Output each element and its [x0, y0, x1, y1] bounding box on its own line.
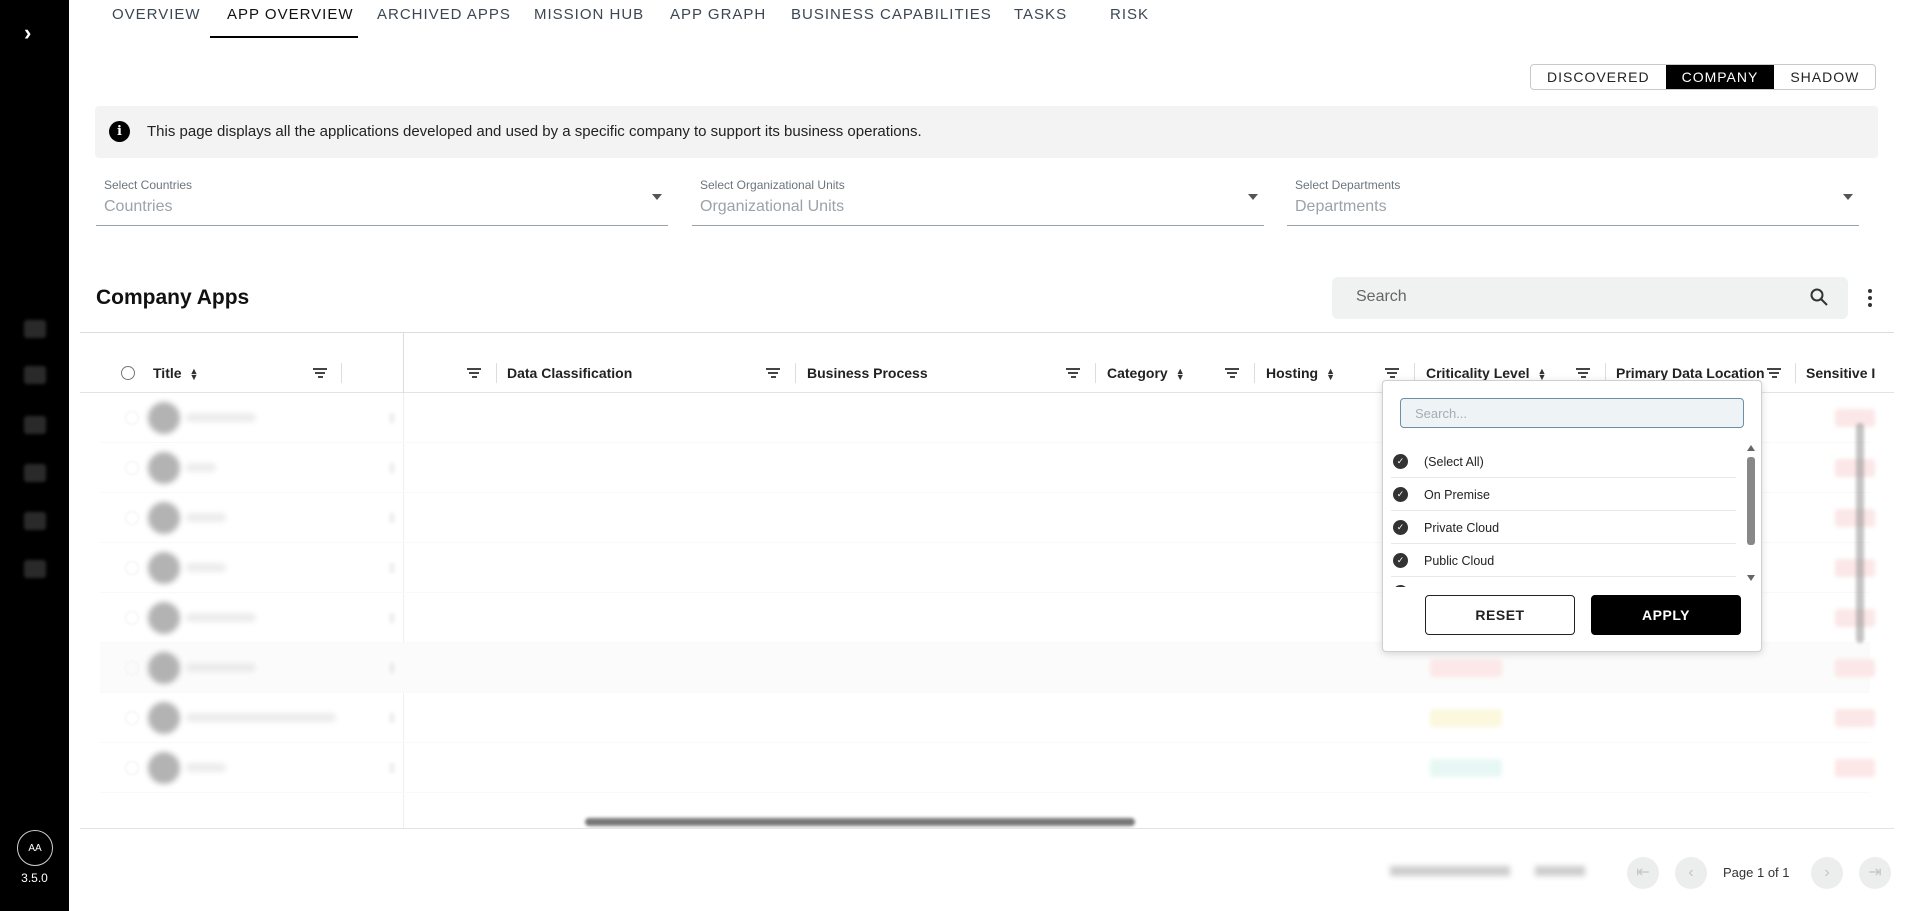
org-units-select[interactable]: Select Organizational Units Organization…: [692, 178, 1264, 226]
page-title: Company Apps: [96, 286, 250, 309]
info-icon: i: [109, 121, 130, 142]
filter-icon[interactable]: [1065, 353, 1081, 393]
column-sensitive[interactable]: Sensitive I: [1806, 353, 1875, 393]
hosting-filter-popup: ✓(Select All) ✓On Premise ✓Private Cloud…: [1382, 380, 1762, 652]
filter-icon[interactable]: [765, 353, 781, 393]
tab-risk[interactable]: RISK: [1110, 6, 1149, 23]
org-units-select-label: Select Organizational Units: [700, 178, 845, 192]
filter-icon[interactable]: [312, 353, 328, 393]
sort-icon[interactable]: ▲ ▼: [190, 367, 199, 382]
filter-search-input[interactable]: [1400, 398, 1744, 428]
check-circle-icon[interactable]: ✓: [1393, 553, 1408, 568]
departments-select[interactable]: Select Departments Departments: [1287, 178, 1859, 226]
check-circle-icon[interactable]: ✓: [1393, 520, 1408, 535]
column-data-classification[interactable]: Data Classification: [507, 353, 632, 393]
search-input[interactable]: Search: [1332, 277, 1848, 319]
toggle-shadow[interactable]: SHADOW: [1774, 65, 1875, 89]
column-business-process[interactable]: Business Process: [807, 353, 928, 393]
row-count: [1535, 866, 1585, 876]
first-page-icon[interactable]: ⇤: [1627, 857, 1659, 889]
nav-icon-5[interactable]: [24, 512, 46, 530]
chevron-down-icon: [652, 194, 662, 200]
sort-icon[interactable]: ▲ ▼: [1538, 367, 1547, 382]
tab-archived-apps[interactable]: ARCHIVED APPS: [377, 6, 511, 23]
filter-icon[interactable]: [1766, 353, 1782, 393]
pagination-bar: ⇤ ‹ Page 1 of 1 › ⇥: [80, 828, 1894, 911]
search-icon[interactable]: [1810, 288, 1828, 306]
filter-list-scrollbar[interactable]: [1747, 445, 1755, 581]
countries-select[interactable]: Select Countries Countries: [96, 178, 668, 226]
info-banner-text: This page displays all the applications …: [147, 123, 922, 140]
page-indicator: Page 1 of 1: [1723, 865, 1790, 880]
column-title[interactable]: Title ▲ ▼: [153, 353, 198, 393]
avatar[interactable]: AA: [17, 830, 53, 866]
tab-mission-hub[interactable]: MISSION HUB: [534, 6, 644, 23]
countries-select-label: Select Countries: [104, 178, 193, 192]
chevron-right-icon[interactable]: ›: [24, 20, 31, 46]
check-circle-icon[interactable]: ✓: [1393, 454, 1408, 469]
horizontal-scrollbar[interactable]: [585, 818, 1135, 826]
departments-select-label: Select Departments: [1295, 178, 1401, 192]
chevron-down-icon: [1248, 194, 1258, 200]
search-placeholder: Search: [1356, 288, 1407, 305]
nav-icon-1[interactable]: [24, 320, 46, 338]
tab-overview[interactable]: OVERVIEW: [112, 6, 201, 23]
nav-icon-4[interactable]: [24, 464, 46, 482]
next-page-icon[interactable]: ›: [1811, 857, 1843, 889]
info-banner: i This page displays all the application…: [95, 106, 1878, 158]
filter-option-private-cloud[interactable]: ✓ Private Cloud: [1391, 511, 1736, 544]
column-category[interactable]: Category ▲ ▼: [1107, 353, 1185, 393]
filter-option-public-cloud[interactable]: ✓ Public Cloud: [1391, 544, 1736, 577]
nav-icon-6[interactable]: [24, 560, 46, 578]
sort-icon[interactable]: ▲ ▼: [1176, 367, 1185, 382]
last-page-icon[interactable]: ⇥: [1859, 857, 1891, 889]
prev-page-icon[interactable]: ‹: [1675, 857, 1707, 889]
tab-tasks[interactable]: TASKS: [1014, 6, 1067, 23]
side-rail: › AA 3.5.0: [0, 0, 69, 911]
filter-icon[interactable]: [466, 353, 482, 393]
tab-app-overview[interactable]: APP OVERVIEW: [227, 6, 354, 23]
kebab-menu-icon[interactable]: [1862, 286, 1878, 310]
filter-option-partial[interactable]: [1391, 577, 1736, 587]
scroll-up-icon[interactable]: [1747, 445, 1755, 451]
page-size-selector[interactable]: [1390, 866, 1510, 876]
column-hosting[interactable]: Hosting ▲ ▼: [1266, 353, 1335, 393]
toggle-discovered[interactable]: DISCOVERED: [1531, 65, 1666, 89]
check-circle-icon[interactable]: ✓: [1393, 487, 1408, 502]
vertical-scrollbar[interactable]: [1856, 423, 1864, 643]
sort-icon[interactable]: ▲ ▼: [1326, 367, 1335, 382]
top-nav: OVERVIEW APP OVERVIEW ARCHIVED APPS MISS…: [80, 0, 1894, 40]
chevron-down-icon: [1843, 194, 1853, 200]
nav-icon-3[interactable]: [24, 416, 46, 434]
filter-options-list: ✓ (Select All) ✓ On Premise ✓ Private Cloud…: [1391, 445, 1736, 587]
app-source-toggle: DISCOVERED COMPANY SHADOW: [1530, 64, 1877, 90]
countries-select-value: Countries: [104, 198, 173, 215]
filter-option-select-all[interactable]: ✓ (Select All): [1391, 445, 1736, 478]
filter-option-on-premise[interactable]: ✓ On Premise: [1391, 478, 1736, 511]
check-circle-icon[interactable]: [1393, 585, 1408, 587]
tab-business-capabilities[interactable]: BUSINESS CAPABILITIES: [791, 6, 992, 23]
scroll-down-icon[interactable]: [1747, 575, 1755, 581]
tab-app-graph[interactable]: APP GRAPH: [670, 6, 766, 23]
org-units-select-value: Organizational Units: [700, 198, 845, 215]
apply-button[interactable]: APPLY: [1591, 595, 1741, 635]
app-version: 3.5.0: [21, 871, 48, 885]
filter-icon[interactable]: [1224, 353, 1240, 393]
active-tab-indicator: [210, 36, 358, 38]
toggle-company[interactable]: COMPANY: [1665, 65, 1775, 89]
departments-select-value: Departments: [1295, 198, 1387, 215]
reset-button[interactable]: RESET: [1425, 595, 1575, 635]
nav-icon-2[interactable]: [24, 366, 46, 384]
select-all-radio[interactable]: [121, 366, 135, 380]
